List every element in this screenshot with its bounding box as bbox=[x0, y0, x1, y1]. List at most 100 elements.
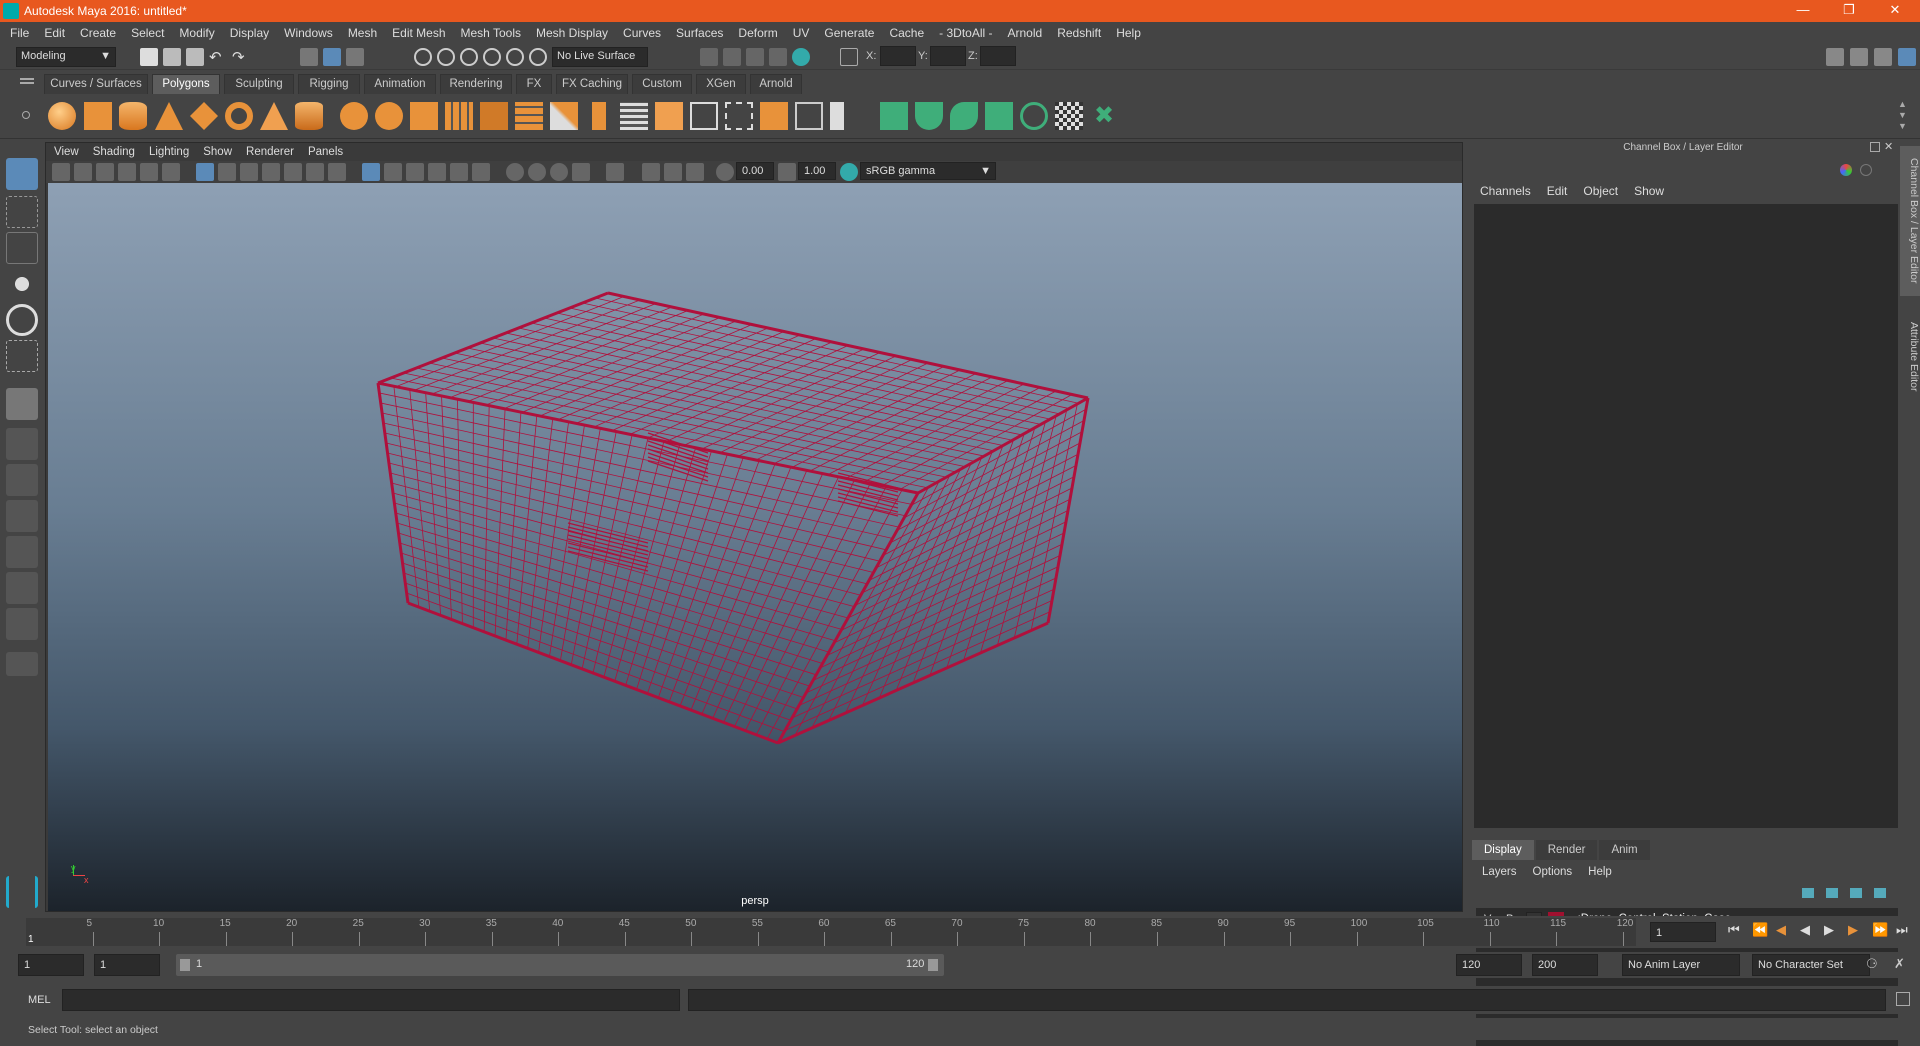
close-panel-icon[interactable]: ✕ bbox=[1884, 140, 1893, 153]
four-pane-layout-icon[interactable] bbox=[6, 464, 38, 496]
insert-edge-loop-icon[interactable] bbox=[620, 102, 648, 130]
play-backwards-icon[interactable]: ◀ bbox=[1800, 922, 1810, 938]
select-hierarchy-icon[interactable] bbox=[300, 48, 318, 66]
layout-menu-icon[interactable] bbox=[6, 652, 38, 676]
extrude-icon[interactable] bbox=[592, 102, 606, 130]
tab-rendering[interactable]: Rendering bbox=[440, 74, 512, 94]
shelf-menu-icon[interactable] bbox=[20, 78, 34, 80]
image-plane-icon[interactable] bbox=[118, 163, 136, 181]
menu-3dtoall[interactable]: - 3DtoAll - bbox=[939, 26, 992, 40]
tab-anim[interactable]: Anim bbox=[1599, 840, 1650, 860]
go-to-end-icon[interactable]: ⏭ bbox=[1896, 922, 1908, 938]
last-tool-icon[interactable] bbox=[6, 388, 38, 420]
uv-checker-icon[interactable] bbox=[1055, 102, 1083, 130]
bridge-icon[interactable] bbox=[515, 102, 543, 130]
tab-display[interactable]: Display bbox=[1472, 840, 1534, 860]
cb-menu-show[interactable]: Show bbox=[1634, 184, 1664, 198]
exposure-icon[interactable] bbox=[716, 163, 734, 181]
new-layer-selected-icon[interactable] bbox=[1874, 888, 1886, 898]
render-current-frame-icon[interactable] bbox=[700, 48, 718, 66]
separate-icon[interactable] bbox=[375, 102, 403, 130]
grease-pencil-icon[interactable] bbox=[162, 163, 180, 181]
playback-start-field[interactable]: 1 bbox=[94, 954, 160, 976]
step-forward-key-icon[interactable]: ⏩ bbox=[1872, 922, 1888, 938]
menu-surfaces[interactable]: Surfaces bbox=[676, 26, 723, 40]
merge-icon[interactable] bbox=[795, 102, 823, 130]
channel-box-icon[interactable] bbox=[1898, 48, 1916, 66]
tab-attribute-editor-vertical[interactable]: Attribute Editor bbox=[1900, 304, 1920, 410]
scale-tool-icon[interactable] bbox=[6, 340, 38, 372]
current-frame-field[interactable]: 1 bbox=[1650, 922, 1716, 942]
vp-menu-lighting[interactable]: Lighting bbox=[149, 146, 189, 158]
gamma-field[interactable]: 1.00 bbox=[798, 162, 836, 180]
cb-menu-object[interactable]: Object bbox=[1583, 184, 1618, 198]
layer-menu-options[interactable]: Options bbox=[1533, 866, 1573, 878]
tab-fx[interactable]: FX bbox=[516, 74, 552, 94]
camera-select-icon[interactable] bbox=[52, 163, 70, 181]
use-lights-icon[interactable] bbox=[450, 163, 468, 181]
show-axes-icon[interactable] bbox=[1840, 164, 1852, 176]
manip-icon[interactable] bbox=[1860, 164, 1872, 176]
poly-cylinder-icon[interactable] bbox=[119, 102, 147, 130]
snap-surface-icon[interactable] bbox=[506, 48, 524, 66]
2d-pan-zoom-icon[interactable] bbox=[140, 163, 158, 181]
outliner-layout-icon[interactable] bbox=[6, 536, 38, 568]
minimize-button[interactable]: — bbox=[1780, 0, 1826, 22]
safe-title-icon[interactable] bbox=[328, 163, 346, 181]
uv-planar-icon[interactable] bbox=[880, 102, 908, 130]
color-space-dropdown[interactable]: sRGB gamma ▼ bbox=[860, 162, 996, 180]
float-panel-icon[interactable] bbox=[1870, 142, 1880, 152]
undo-icon[interactable]: ↶ bbox=[209, 48, 227, 66]
smooth-icon[interactable] bbox=[445, 102, 473, 130]
field-chart-icon[interactable] bbox=[284, 163, 302, 181]
menu-select[interactable]: Select bbox=[131, 26, 164, 40]
menu-windows[interactable]: Windows bbox=[284, 26, 333, 40]
vp-menu-renderer[interactable]: Renderer bbox=[246, 146, 294, 158]
menu-edit-mesh[interactable]: Edit Mesh bbox=[392, 26, 445, 40]
bookmark-icon[interactable] bbox=[96, 163, 114, 181]
uv-editor-icon[interactable]: ✖ bbox=[1090, 102, 1118, 130]
tab-curves-surfaces[interactable]: Curves / Surfaces bbox=[44, 74, 148, 94]
render-settings-icon[interactable] bbox=[746, 48, 764, 66]
menu-generate[interactable]: Generate bbox=[824, 26, 874, 40]
menu-mesh-tools[interactable]: Mesh Tools bbox=[461, 26, 521, 40]
motion-blur-icon[interactable] bbox=[528, 163, 546, 181]
x-coordinate-field[interactable] bbox=[880, 46, 916, 66]
hypershade-layout-icon[interactable] bbox=[6, 608, 38, 640]
cb-menu-channels[interactable]: Channels bbox=[1480, 184, 1531, 198]
safe-action-icon[interactable] bbox=[306, 163, 324, 181]
fill-hole-icon[interactable] bbox=[725, 102, 753, 130]
animation-start-field[interactable]: 1 bbox=[18, 954, 84, 976]
close-button[interactable]: ✕ bbox=[1872, 0, 1918, 22]
snap-grid-icon[interactable] bbox=[414, 48, 432, 66]
menu-arnold[interactable]: Arnold bbox=[1008, 26, 1043, 40]
isolate-select-icon[interactable] bbox=[606, 163, 624, 181]
xray-joints-icon[interactable] bbox=[664, 163, 682, 181]
maximize-button[interactable]: ❐ bbox=[1826, 0, 1872, 22]
menu-display[interactable]: Display bbox=[230, 26, 269, 40]
mode-dropdown[interactable]: Modeling ▼ bbox=[16, 47, 116, 67]
command-language-label[interactable]: MEL bbox=[28, 994, 51, 1006]
menu-edit[interactable]: Edit bbox=[44, 26, 65, 40]
arnold-render-icon[interactable] bbox=[792, 48, 810, 66]
poly-pyramid-icon[interactable] bbox=[260, 102, 288, 130]
tab-rigging[interactable]: Rigging bbox=[298, 74, 360, 94]
reduce-icon[interactable] bbox=[480, 102, 508, 130]
hypershade-icon[interactable] bbox=[769, 48, 787, 66]
save-scene-icon[interactable] bbox=[186, 48, 204, 66]
xray-components-icon[interactable] bbox=[686, 163, 704, 181]
range-start-handle[interactable] bbox=[180, 959, 190, 971]
select-component-icon[interactable] bbox=[346, 48, 364, 66]
menu-modify[interactable]: Modify bbox=[179, 26, 214, 40]
channel-list[interactable] bbox=[1474, 204, 1898, 828]
new-scene-icon[interactable] bbox=[140, 48, 158, 66]
shelf-settings-icon[interactable] bbox=[22, 111, 30, 119]
snap-curve-icon[interactable] bbox=[437, 48, 455, 66]
xray-icon[interactable] bbox=[642, 163, 660, 181]
uv-cylindrical-icon[interactable] bbox=[915, 102, 943, 130]
snap-view-icon[interactable] bbox=[483, 48, 501, 66]
go-to-start-icon[interactable]: ⏮ bbox=[1728, 922, 1740, 938]
move-layer-up-icon[interactable] bbox=[1802, 888, 1814, 898]
vp-menu-panels[interactable]: Panels bbox=[308, 146, 343, 158]
multi-cut-icon[interactable] bbox=[550, 102, 578, 130]
